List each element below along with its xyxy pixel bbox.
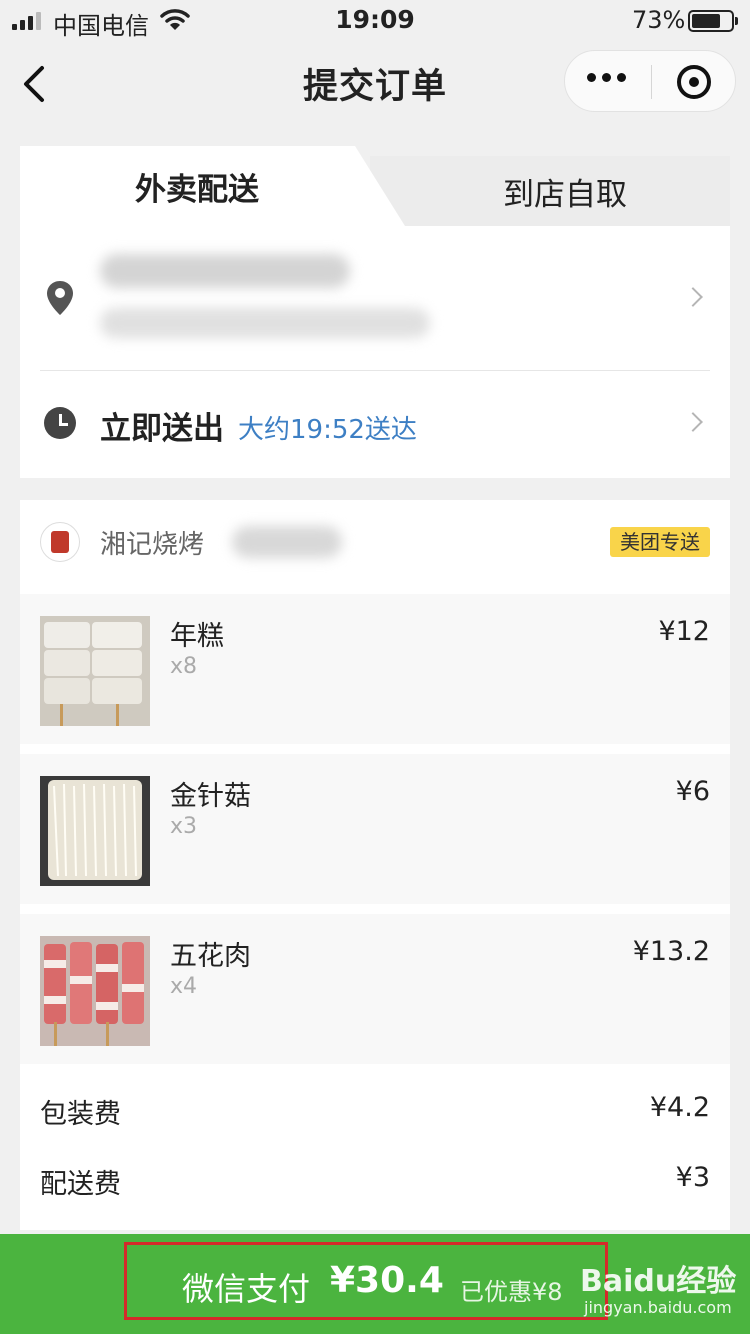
clock-icon (44, 407, 76, 439)
order-item: 五花肉 x4 ¥13.2 (20, 914, 730, 1064)
item-price: ¥6 (675, 776, 710, 807)
battery-icon (688, 10, 738, 32)
enoki-mushroom-image (40, 776, 150, 886)
pay-label[interactable]: 微信支付 (182, 1264, 310, 1310)
shop-logo (40, 522, 80, 562)
item-quantity: x4 (170, 974, 198, 999)
item-price: ¥12 (658, 616, 710, 647)
pork-belly-image (40, 936, 150, 1046)
shop-row: 湘记烧烤 美团专送 (20, 500, 730, 592)
close-target-icon[interactable] (677, 65, 711, 99)
more-icon[interactable] (587, 73, 626, 82)
nav-bar: 提交订单 (0, 42, 750, 126)
address-redacted (100, 254, 350, 288)
chevron-right-icon (683, 412, 703, 432)
fee-label: 配送费 (40, 1169, 121, 1200)
fee-value: ¥3 (675, 1162, 710, 1193)
delivery-mode-tabs: 到店自取 外卖配送 (20, 146, 730, 226)
shop-name: 湘记烧烤 (100, 530, 205, 560)
pay-bar[interactable]: 微信支付 ¥30.4 已优惠¥8 Baidu经验 jingyan.baidu.c… (0, 1234, 750, 1334)
order-item: 金针菇 x3 ¥6 (20, 754, 730, 904)
watermark-sub: jingyan.baidu.com (584, 1298, 732, 1317)
item-name: 五花肉 (170, 941, 251, 972)
fee-value: ¥4.2 (649, 1092, 710, 1123)
rice-cake-image (40, 616, 150, 726)
eta-label: 大约19:52送达 (238, 415, 417, 445)
tab-delivery[interactable]: 外卖配送 (20, 146, 405, 226)
baidu-watermark: Baidu经验 jingyan.baidu.com (580, 1256, 740, 1326)
order-item: 年糕 x8 ¥12 (20, 594, 730, 744)
pay-amount: ¥30.4 (330, 1260, 444, 1301)
chevron-right-icon (683, 287, 703, 307)
battery-percent: 73% (632, 6, 686, 34)
fee-label: 包装费 (40, 1099, 121, 1130)
fee-row: 配送费 ¥3 (20, 1146, 730, 1216)
item-quantity: x3 (170, 814, 198, 839)
capsule-divider (651, 65, 652, 99)
shop-branch-redacted (232, 526, 342, 558)
deliver-now-label: 立即送出 (100, 411, 224, 447)
delivery-card: 立即送出 大约19:52送达 (20, 226, 730, 478)
discount-label: 已优惠¥8 (460, 1278, 563, 1306)
status-bar: 中国电信 19:09 73% (0, 0, 750, 42)
delivery-badge: 美团专送 (610, 527, 710, 557)
fee-row: 包装费 ¥4.2 (20, 1076, 730, 1146)
item-name: 年糕 (170, 621, 224, 652)
tab-pickup[interactable]: 到店自取 (370, 156, 730, 226)
item-quantity: x8 (170, 654, 198, 679)
location-pin-icon (47, 281, 73, 315)
item-price: ¥13.2 (632, 936, 710, 967)
contact-redacted (100, 308, 430, 338)
watermark-main: Baidu经验 (580, 1264, 737, 1299)
item-name: 金针菇 (170, 781, 251, 812)
mini-program-capsule (564, 50, 736, 112)
order-card: 湘记烧烤 美团专送 年糕 x8 ¥12 金针菇 x3 ¥6 五花肉 x4 ¥13… (20, 500, 730, 1230)
address-row[interactable] (20, 226, 730, 370)
delivery-time-row[interactable]: 立即送出 大约19:52送达 (20, 371, 730, 478)
